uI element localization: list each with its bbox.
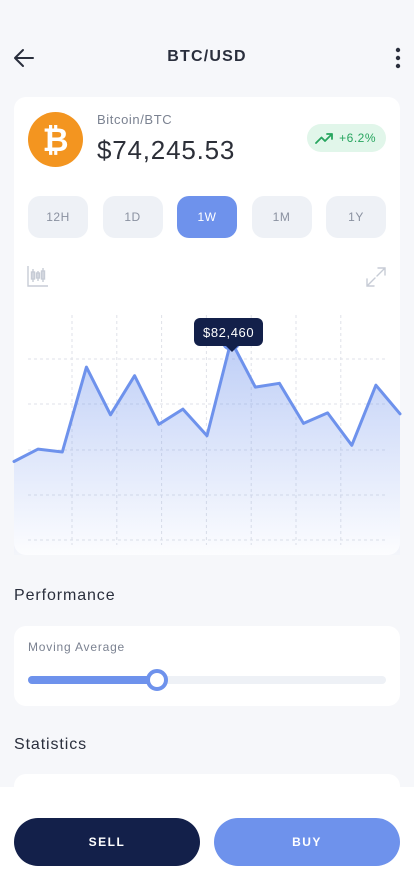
sell-button[interactable]: SELL	[14, 818, 200, 866]
header: BTC/USD	[0, 0, 414, 110]
moving-average-label: Moving Average	[28, 640, 126, 654]
coin-pair-label: Bitcoin/BTC	[97, 112, 173, 127]
period-tab-1y[interactable]: 1Y	[326, 196, 386, 238]
change-badge: +6.2%	[307, 124, 386, 152]
more-options-button[interactable]	[390, 44, 406, 72]
performance-title: Performance	[14, 587, 116, 604]
period-selector: 12H 1D 1W 1M 1Y	[28, 196, 386, 238]
page-title: BTC/USD	[167, 48, 247, 65]
trending-up-icon	[315, 133, 334, 144]
more-vertical-icon	[395, 47, 401, 69]
chart-area	[14, 340, 400, 555]
buy-button[interactable]: BUY	[214, 818, 400, 866]
candlestick-icon[interactable]	[26, 264, 50, 288]
performance-card: Moving Average	[14, 626, 400, 706]
period-tab-1d[interactable]: 1D	[102, 196, 163, 238]
price-card: ₿ Bitcoin/BTC $74,245.53 +6.2% 12H 1D 1W…	[12, 97, 402, 555]
expand-icon[interactable]	[364, 265, 388, 289]
bitcoin-icon: ₿	[28, 112, 83, 167]
period-tab-1m[interactable]: 1M	[251, 196, 312, 238]
moving-average-slider[interactable]	[28, 669, 386, 691]
change-value: +6.2%	[339, 131, 376, 145]
action-bar: SELL BUY	[0, 787, 414, 896]
slider-fill	[28, 676, 157, 684]
period-tab-1w[interactable]: 1W	[177, 196, 237, 238]
slider-thumb[interactable]	[145, 669, 168, 691]
bitcoin-symbol: ₿	[42, 120, 69, 159]
price-tooltip: $82,460	[194, 318, 264, 352]
statistics-title: Statistics	[14, 736, 88, 753]
period-tab-12h[interactable]: 12H	[28, 196, 88, 238]
coin-price: $74,245.53	[97, 135, 236, 165]
